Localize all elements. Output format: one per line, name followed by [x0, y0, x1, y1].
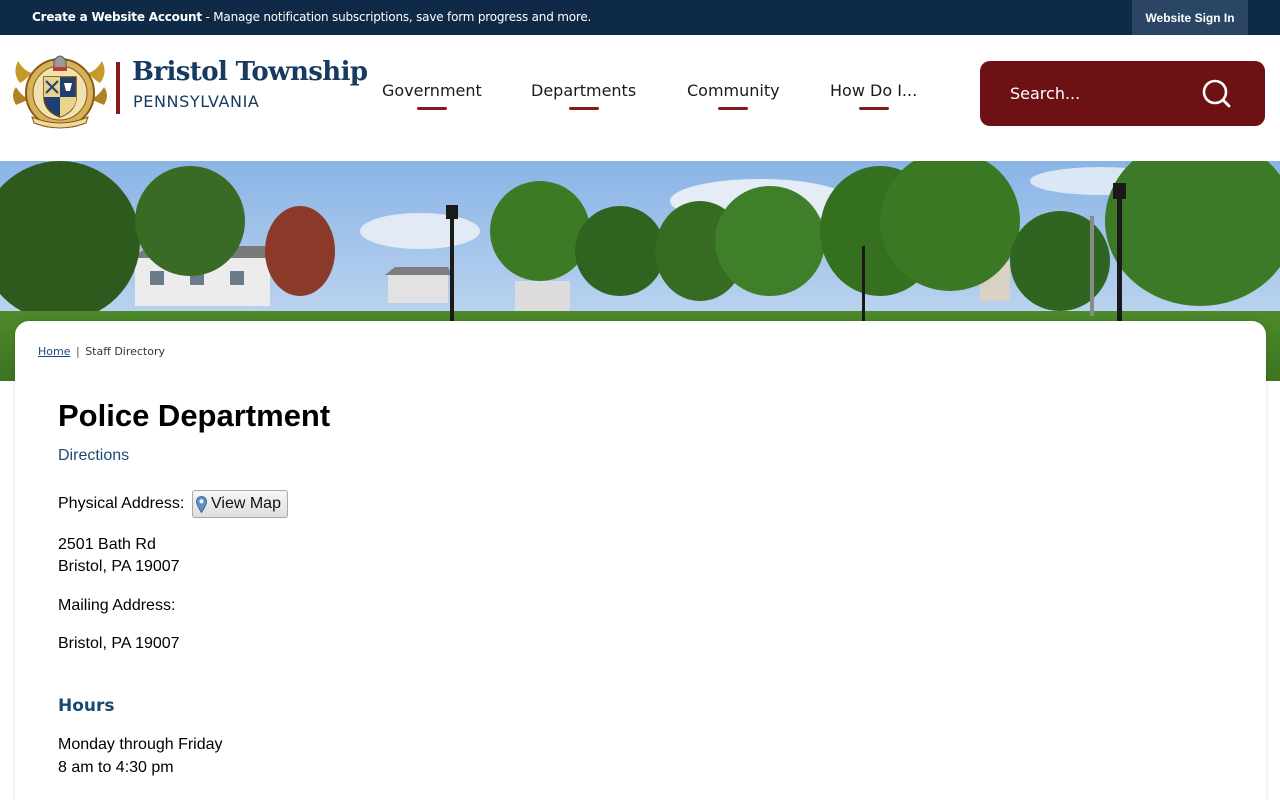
- nav-community-label: Community: [687, 81, 780, 100]
- address-line-1: 2501 Bath Rd: [58, 536, 156, 553]
- top-bar: Create a Website Account - Manage notifi…: [0, 0, 1280, 35]
- account-banner[interactable]: Create a Website Account - Manage notifi…: [32, 10, 591, 24]
- view-map-button[interactable]: View Map: [192, 490, 288, 518]
- nav-underline: [858, 107, 889, 110]
- search-icon[interactable]: [1202, 79, 1232, 109]
- hours-times: 8 am to 4:30 pm: [58, 759, 174, 776]
- nav-how-do-i-label: How Do I...: [830, 81, 918, 100]
- page-title: Police Department: [58, 398, 331, 433]
- directions-link[interactable]: Directions: [58, 447, 129, 465]
- breadcrumb: Home | Staff Directory: [38, 345, 165, 358]
- nav-departments-label: Departments: [531, 81, 637, 100]
- breadcrumb-separator: |: [75, 345, 80, 358]
- breadcrumb-current: Staff Directory: [85, 345, 166, 358]
- logo-divider: [116, 62, 120, 114]
- breadcrumb-home-link[interactable]: Home: [38, 345, 70, 358]
- map-pin-icon: [196, 495, 207, 513]
- address-line-2: Bristol, PA 19007: [58, 558, 180, 575]
- site-subtitle: PENNSYLVANIA: [133, 92, 260, 111]
- search-input[interactable]: Search...: [1010, 84, 1080, 103]
- site-header: Bristol Township PENNSYLVANIA Government…: [0, 35, 1280, 161]
- account-banner-message: - Manage notification subscriptions, sav…: [201, 10, 592, 24]
- nav-underline: [568, 107, 599, 110]
- nav-underline: [416, 107, 447, 110]
- view-map-label: View Map: [211, 495, 281, 512]
- website-sign-in-button[interactable]: Website Sign In: [1132, 0, 1248, 35]
- nav-underline: [718, 107, 749, 110]
- nav-departments[interactable]: Departments: [531, 81, 636, 110]
- hours-heading: Hours: [58, 696, 115, 716]
- nav-how-do-i[interactable]: How Do I...: [830, 81, 917, 110]
- mailing-address-label: Mailing Address:: [58, 597, 176, 614]
- site-title[interactable]: Bristol Township: [132, 57, 368, 87]
- physical-address-label: Physical Address:: [58, 495, 185, 512]
- hours-days: Monday through Friday: [58, 736, 223, 753]
- nav-government[interactable]: Government: [382, 81, 482, 110]
- mailing-address-city: Bristol, PA 19007: [58, 635, 180, 652]
- nav-government-label: Government: [382, 81, 482, 100]
- nav-community[interactable]: Community: [687, 81, 780, 110]
- township-seal-logo[interactable]: [10, 43, 110, 131]
- content-card: Home | Staff Directory Police Department…: [15, 321, 1266, 800]
- create-account-link[interactable]: Create a Website Account: [32, 10, 202, 24]
- search-box[interactable]: Search...: [980, 61, 1265, 126]
